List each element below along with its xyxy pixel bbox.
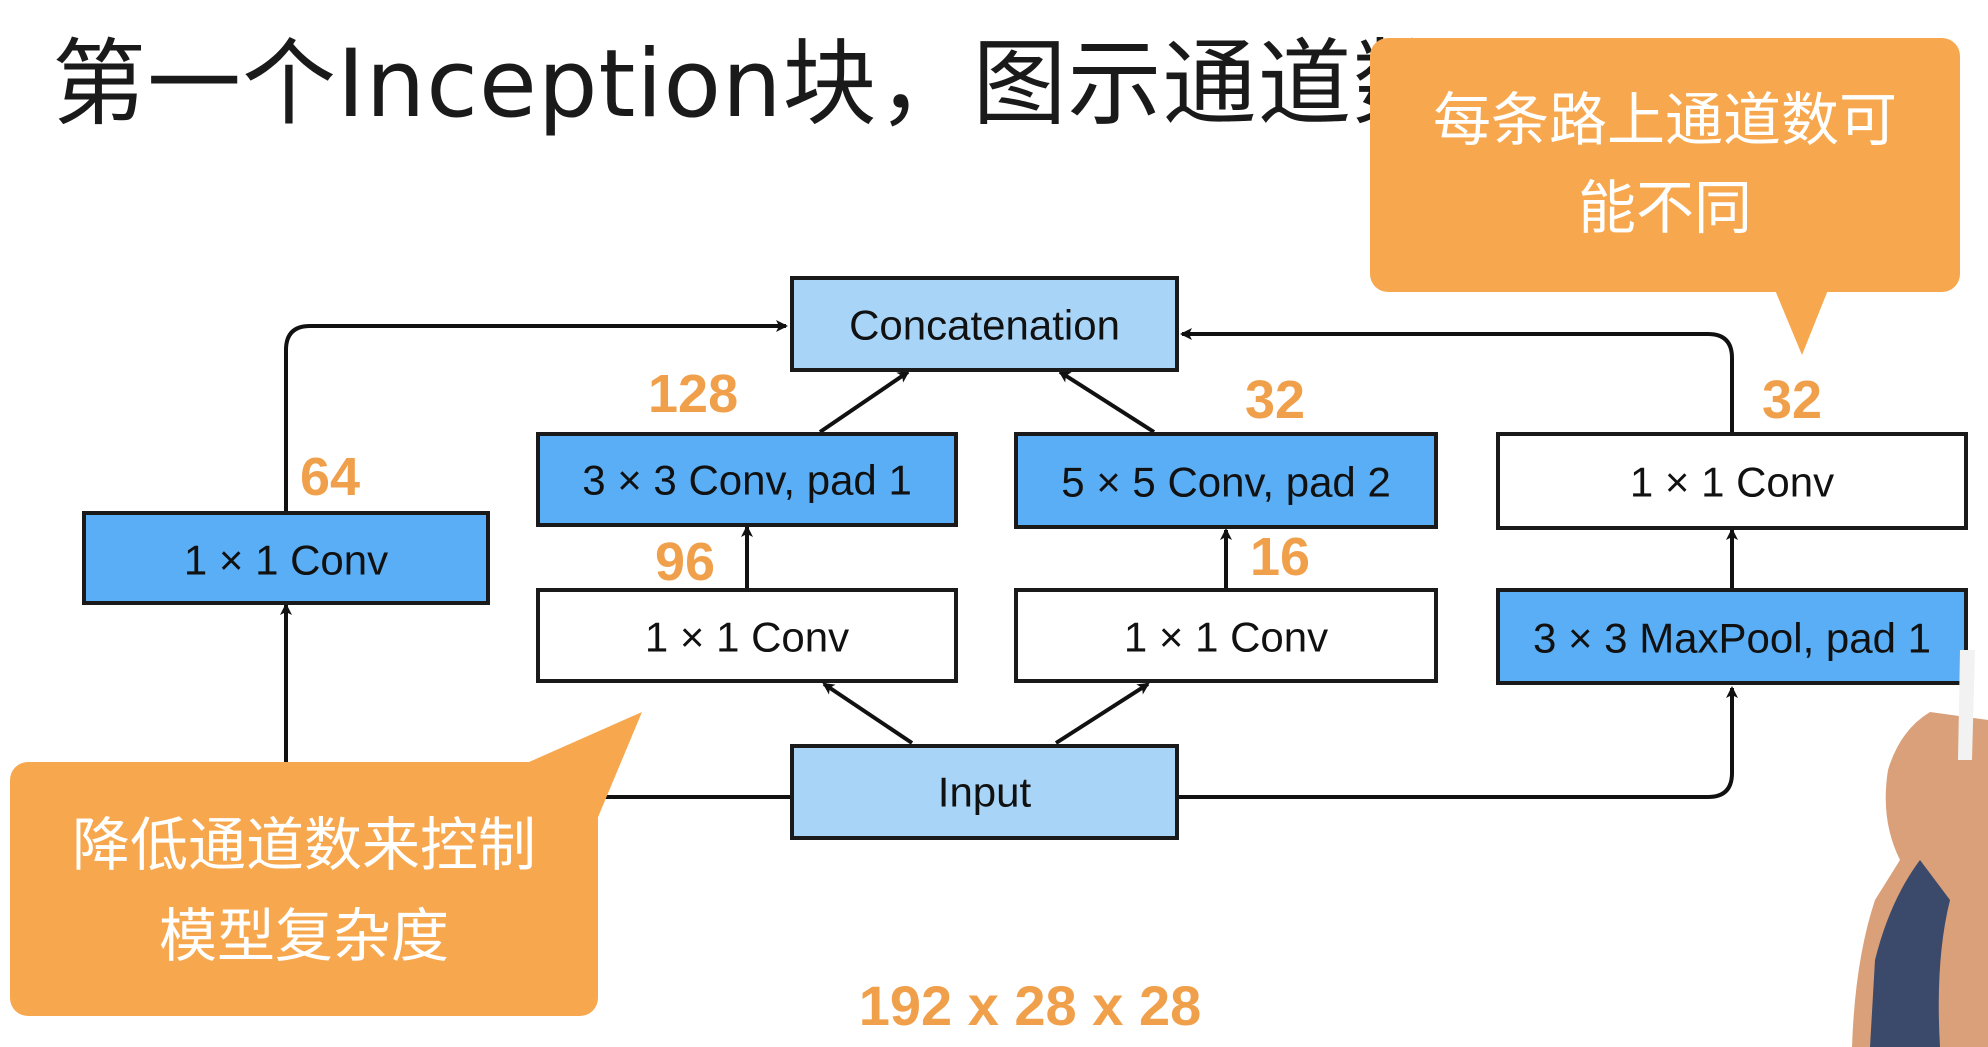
callout-top-line2: 能不同 <box>1578 174 1752 242</box>
callout-bottom-line2: 模型复杂度 <box>159 902 449 970</box>
path3-reduce-label: 1 × 1 Conv <box>1124 614 1328 661</box>
input-label: Input <box>938 769 1032 816</box>
input-box: Input <box>790 744 1179 840</box>
inception-diagram: Concatenation 1 × 1 Conv 3 × 3 Conv, pad… <box>10 38 1988 1047</box>
concatenation-box: Concatenation <box>790 276 1179 372</box>
path2-conv-label: 3 × 3 Conv, pad 1 <box>582 457 912 504</box>
path4-pool-box: 3 × 3 MaxPool, pad 1 <box>1496 588 1968 685</box>
callout-top-line1: 每条路上通道数可 <box>1433 86 1897 154</box>
arrow-path3-conv-to-concat <box>1058 370 1156 434</box>
path2-reduce-label: 1 × 1 Conv <box>645 614 849 661</box>
path2-reduce-channels: 96 <box>655 532 715 592</box>
connectors <box>280 320 1738 799</box>
path1-conv-label: 1 × 1 Conv <box>184 537 388 584</box>
path4-channels: 32 <box>1762 370 1822 430</box>
path2-reduce-box: 1 × 1 Conv <box>536 588 958 683</box>
path2-conv-box: 3 × 3 Conv, pad 1 <box>536 432 958 527</box>
input-dimensions: 192 x 28 x 28 <box>859 974 1202 1037</box>
arrow-path2-conv-to-concat <box>818 370 910 434</box>
path2-channels: 128 <box>648 364 738 424</box>
path3-channels: 32 <box>1245 370 1305 430</box>
path3-conv-box: 5 × 5 Conv, pad 2 <box>1014 432 1438 529</box>
concatenation-label: Concatenation <box>849 302 1120 349</box>
callout-bottom-line1: 降低通道数来控制 <box>72 811 536 879</box>
arrow-input-to-path4-pool <box>1177 686 1738 799</box>
path1-channels: 64 <box>300 447 360 507</box>
path3-reduce-box: 1 × 1 Conv <box>1014 588 1438 683</box>
path4-conv-label: 1 × 1 Conv <box>1630 459 1834 506</box>
path4-conv-box: 1 × 1 Conv <box>1496 432 1968 530</box>
arrow-input-to-path2-reduce <box>822 682 914 745</box>
path1-conv-box: 1 × 1 Conv <box>82 511 490 605</box>
path3-conv-label: 5 × 5 Conv, pad 2 <box>1061 459 1391 506</box>
path4-pool-label: 3 × 3 MaxPool, pad 1 <box>1533 615 1931 662</box>
path3-reduce-channels: 16 <box>1250 527 1310 587</box>
callout-reduce-channels: 降低通道数来控制 模型复杂度 <box>10 712 642 1016</box>
arrow-input-to-path3-reduce <box>1054 682 1150 745</box>
presenter-hand <box>1852 650 1988 1047</box>
callout-channels-differ: 每条路上通道数可 能不同 <box>1370 38 1960 355</box>
